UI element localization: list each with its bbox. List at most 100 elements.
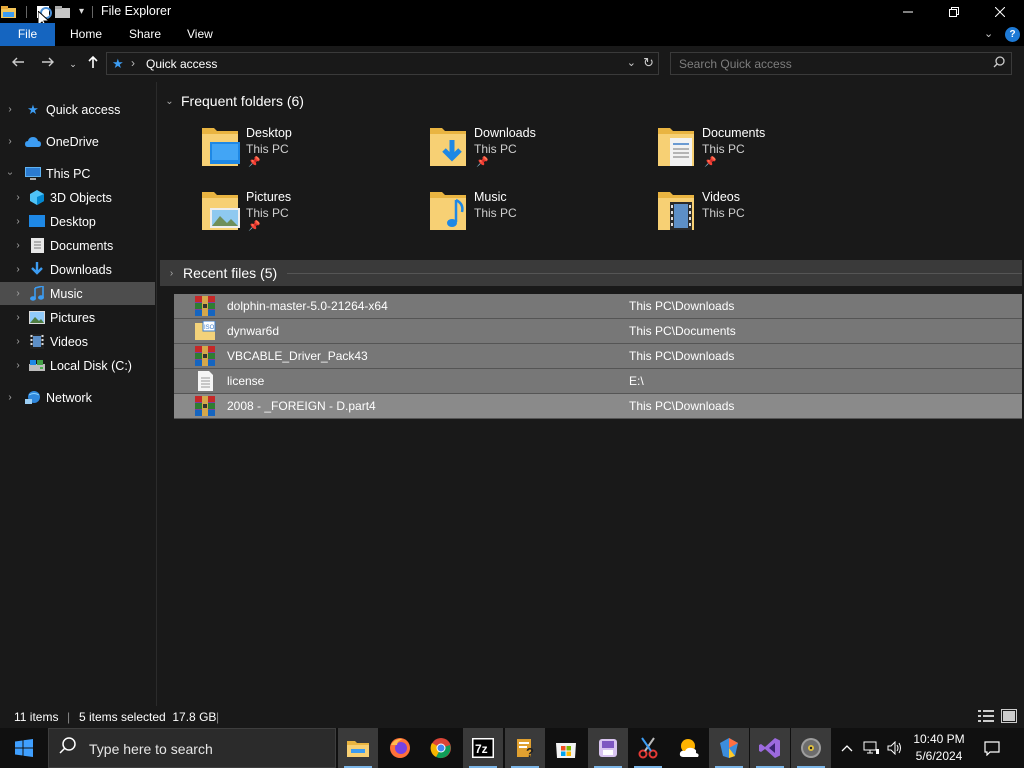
expand-chevron-icon[interactable]: ›	[12, 240, 24, 251]
help-document-icon: ?	[517, 739, 534, 759]
folder-tile-documents[interactable]: Documents This PC 📌	[656, 124, 881, 180]
file-explorer-icon	[347, 741, 369, 757]
taskbar-app-weather[interactable]	[669, 728, 709, 768]
notification-icon	[984, 740, 1000, 756]
address-bar[interactable]: ★ › Quick access ⌄ ↻	[106, 52, 659, 75]
sidebar-item-quick-access[interactable]: › ★ Quick access	[0, 98, 155, 121]
taskbar-app-store[interactable]	[546, 728, 586, 768]
file-location: This PC\Downloads	[629, 349, 735, 363]
desktop-icon	[28, 214, 46, 230]
folder-tile-videos[interactable]: Videos This PC	[656, 188, 881, 244]
sidebar-item-desktop[interactable]: › Desktop	[0, 210, 155, 233]
table-row[interactable]: VBCABLE_Driver_Pack43 This PC\Downloads	[174, 344, 1022, 369]
collapse-chevron-icon[interactable]: ›	[160, 268, 183, 279]
folder-tile-desktop[interactable]: Desktop This PC 📌	[200, 124, 425, 180]
expand-chevron-icon[interactable]: ›	[12, 264, 24, 275]
frequent-folders-header[interactable]: ⌄ Frequent folders (6)	[158, 90, 1024, 112]
expand-chevron-icon[interactable]: ›	[4, 392, 16, 403]
section-divider	[287, 272, 1022, 274]
table-row[interactable]: dolphin-master-5.0-21264-x64 This PC\Dow…	[174, 294, 1022, 319]
table-row[interactable]: ISO dynwar6d This PC\Documents	[174, 319, 1022, 344]
chrome-icon	[430, 738, 451, 759]
expand-chevron-icon[interactable]: ›	[12, 288, 24, 299]
expand-chevron-icon[interactable]: ›	[4, 136, 16, 147]
tab-home[interactable]: Home	[70, 23, 102, 46]
tab-file[interactable]: File	[0, 23, 55, 46]
sidebar-item-network[interactable]: › Network	[0, 386, 155, 409]
taskbar-app-disc-burner[interactable]	[791, 728, 831, 768]
folder-name: Videos	[702, 190, 740, 204]
sidebar-item-onedrive[interactable]: › OneDrive	[0, 130, 155, 153]
expand-chevron-icon[interactable]: ›	[12, 192, 24, 203]
documents-folder-icon	[658, 128, 694, 166]
folder-tile-downloads[interactable]: Downloads This PC 📌	[428, 124, 653, 180]
sidebar-item-3d-objects[interactable]: › 3D Objects	[0, 186, 155, 209]
sidebar-item-local-disk[interactable]: › Local Disk (C:)	[0, 354, 155, 377]
refresh-icon[interactable]: ↻	[643, 55, 654, 71]
volume-icon[interactable]	[885, 728, 905, 768]
taskbar-app-file-explorer[interactable]	[338, 728, 378, 768]
search-icon[interactable]	[993, 56, 1005, 71]
minimize-button[interactable]	[885, 0, 931, 23]
expand-ribbon-chevron-icon[interactable]: ⌄	[984, 27, 993, 40]
expand-chevron-icon[interactable]: ›	[12, 360, 24, 371]
explorer-app-icon[interactable]	[1, 5, 17, 19]
quick-access-star-icon: ★	[112, 56, 124, 71]
table-row[interactable]: 2008 - _FOREIGN - D.part4 This PC\Downlo…	[174, 394, 1022, 419]
taskbar-app-vpn[interactable]	[709, 728, 749, 768]
sidebar-item-pictures[interactable]: › Pictures	[0, 306, 155, 329]
details-view-button[interactable]	[978, 709, 994, 723]
taskbar-app-7zip[interactable]: 7z	[463, 728, 503, 768]
sidebar-item-this-pc[interactable]: › This PC	[0, 162, 155, 185]
folder-name: Downloads	[474, 126, 536, 140]
expand-chevron-icon[interactable]: ›	[4, 104, 16, 115]
large-icons-view-button[interactable]	[1001, 709, 1017, 723]
taskbar-app-firefox[interactable]	[380, 728, 420, 768]
taskbar-app-disk-tool[interactable]	[588, 728, 628, 768]
sidebar-item-videos[interactable]: › Videos	[0, 330, 155, 353]
restore-button[interactable]	[931, 0, 977, 23]
taskbar-app-snipping-tool[interactable]	[628, 728, 668, 768]
help-icon[interactable]: ?	[1005, 27, 1020, 42]
sidebar-item-music[interactable]: › Music	[0, 282, 155, 305]
close-button[interactable]	[977, 0, 1023, 23]
taskbar-app-visual-studio[interactable]	[750, 728, 790, 768]
search-box[interactable]: Search Quick access	[670, 52, 1012, 75]
folder-tile-pictures[interactable]: Pictures This PC 📌	[200, 188, 425, 244]
address-path[interactable]: Quick access	[146, 57, 217, 71]
address-dropdown-icon[interactable]: ⌄	[627, 56, 636, 69]
expand-chevron-icon[interactable]: ›	[12, 336, 24, 347]
folder-tile-music[interactable]: Music This PC	[428, 188, 653, 244]
sidebar-item-documents[interactable]: › Documents	[0, 234, 155, 257]
up-button[interactable]	[84, 55, 102, 73]
taskbar-app-chrome[interactable]	[421, 728, 461, 768]
sidebar-item-label: OneDrive	[46, 134, 99, 149]
pin-icon: 📌	[248, 221, 261, 232]
collapse-chevron-icon[interactable]: ⌄	[158, 96, 181, 107]
title-bar: ▾ File Explorer	[0, 0, 1024, 29]
network-status-icon[interactable]	[861, 728, 881, 768]
show-hidden-icons-chevron-icon[interactable]	[838, 728, 856, 768]
collapse-chevron-icon[interactable]: ›	[5, 168, 16, 180]
table-row[interactable]: license E:\	[174, 369, 1022, 394]
cube-icon	[28, 190, 46, 206]
new-folder-icon[interactable]	[55, 5, 71, 19]
tab-share[interactable]: Share	[129, 23, 161, 46]
recent-locations-chevron-icon[interactable]: ⌄	[64, 55, 82, 73]
system-clock[interactable]: 10:40 PM 5/6/2024	[907, 731, 971, 765]
taskbar: Type here to search 7z ? 10:40 PM 5/6/20…	[0, 728, 1024, 768]
forward-button[interactable]	[39, 55, 57, 73]
notifications-button[interactable]	[978, 728, 1006, 768]
pin-icon: 📌	[476, 157, 489, 168]
expand-chevron-icon[interactable]: ›	[12, 216, 24, 227]
expand-chevron-icon[interactable]: ›	[12, 312, 24, 323]
recent-files-header[interactable]: › Recent files (5)	[160, 260, 1022, 286]
start-button[interactable]	[0, 728, 48, 768]
back-button[interactable]	[9, 55, 27, 73]
taskbar-search-box[interactable]: Type here to search	[48, 728, 336, 768]
tab-view[interactable]: View	[187, 23, 213, 46]
sidebar-item-downloads[interactable]: › Downloads	[0, 258, 155, 281]
customize-toolbar-chevron-icon[interactable]: ▾	[79, 6, 84, 17]
taskbar-app-help-tool[interactable]: ?	[505, 728, 545, 768]
folder-name: Pictures	[246, 190, 292, 204]
